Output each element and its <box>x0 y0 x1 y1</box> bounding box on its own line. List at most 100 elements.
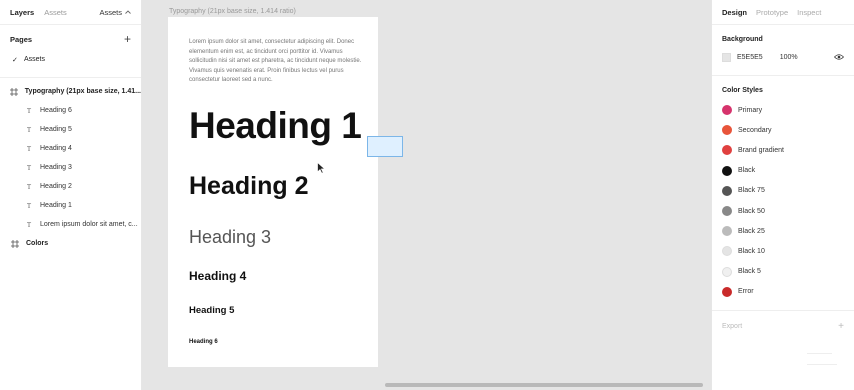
properties-panel: Design Prototype Inspect Background E5E5… <box>711 0 854 390</box>
heading-1[interactable]: Heading 1 <box>189 105 362 147</box>
text-layer-icon: T <box>26 163 32 172</box>
typography-frame[interactable]: Lorem ipsum dolor sit amet, consectetur … <box>168 17 403 367</box>
heading-2[interactable]: Heading 2 <box>189 172 308 201</box>
layer-heading-1[interactable]: T Heading 1 <box>0 196 141 215</box>
page-item-assets[interactable]: ✓ Assets <box>0 50 141 69</box>
background-swatch[interactable] <box>722 52 731 62</box>
layer-label: Typography (21px base size, 1.41... <box>24 88 141 95</box>
background-title: Background <box>722 36 763 43</box>
text-layer-icon: T <box>26 144 32 153</box>
color-swatch <box>722 246 732 257</box>
divider <box>712 309 854 311</box>
selection-rectangle[interactable] <box>367 136 403 157</box>
layer-label: Heading 5 <box>40 126 72 133</box>
color-style-label: Black 75 <box>738 187 765 195</box>
color-style-black-5[interactable]: Black 5 <box>712 262 854 282</box>
layer-frame-colors[interactable]: Colors <box>0 234 141 253</box>
background-opacity-input[interactable]: 100% <box>780 54 798 61</box>
color-swatch <box>722 286 732 297</box>
horizontal-scrollbar[interactable] <box>385 383 703 387</box>
color-style-black-25[interactable]: Black 25 <box>712 221 854 241</box>
layer-paragraph[interactable]: T Lorem ipsum dolor sit amet, c... <box>0 215 141 234</box>
color-style-label: Black 50 <box>738 207 765 215</box>
color-style-black-50[interactable]: Black 50 <box>712 201 854 221</box>
layer-label: Heading 3 <box>40 164 72 171</box>
layer-label: Heading 1 <box>40 202 72 209</box>
add-export-icon[interactable]: + <box>838 321 844 332</box>
color-style-brand-gradient[interactable]: Brand gradient <box>712 140 854 160</box>
layer-frame-typography[interactable]: Typography (21px base size, 1.41... <box>0 82 141 101</box>
canvas[interactable]: Typography (21px base size, 1.414 ratio)… <box>143 0 711 390</box>
tab-layers[interactable]: Layers <box>10 8 34 17</box>
assets-page-dropdown[interactable]: Assets <box>99 8 131 17</box>
divider <box>712 24 854 25</box>
color-style-black-75[interactable]: Black 75 <box>712 181 854 201</box>
divider <box>807 353 832 354</box>
color-style-black[interactable]: Black <box>712 161 854 181</box>
color-style-label: Error <box>738 288 754 296</box>
divider <box>807 364 837 365</box>
layer-heading-3[interactable]: T Heading 3 <box>0 158 141 177</box>
color-swatch <box>722 266 732 277</box>
layer-heading-5[interactable]: T Heading 5 <box>0 120 141 139</box>
heading-5[interactable]: Heading 5 <box>189 305 234 316</box>
text-layer-icon: T <box>26 106 32 115</box>
color-style-label: Secondary <box>738 126 772 134</box>
color-style-label: Brand gradient <box>738 146 784 154</box>
layer-heading-2[interactable]: T Heading 2 <box>0 177 141 196</box>
tab-inspect[interactable]: Inspect <box>797 8 821 17</box>
divider <box>712 75 854 76</box>
background-hex-input[interactable]: E5E5E5 <box>737 54 763 61</box>
color-styles-list: Primary Secondary Brand gradient Black B… <box>712 100 854 302</box>
layer-label: Heading 6 <box>40 107 72 114</box>
color-swatch <box>722 206 732 217</box>
color-swatch <box>722 145 732 156</box>
color-style-error[interactable]: Error <box>712 282 854 302</box>
export-section: Export + <box>712 317 854 337</box>
color-style-primary[interactable]: Primary <box>712 100 854 120</box>
eye-icon[interactable] <box>833 53 845 62</box>
color-swatch <box>722 125 732 136</box>
add-page-icon[interactable]: + <box>124 33 131 45</box>
heading-4[interactable]: Heading 4 <box>189 269 246 283</box>
background-fill-row: E5E5E5 100% <box>712 47 854 67</box>
text-layer-icon: T <box>26 201 32 210</box>
color-style-label: Black 5 <box>738 268 761 276</box>
pages-header: Pages + <box>0 28 141 50</box>
color-style-secondary[interactable]: Secondary <box>712 120 854 140</box>
assets-dropdown-label: Assets <box>99 7 122 17</box>
frame-title[interactable]: Typography (21px base size, 1.414 ratio) <box>169 8 296 15</box>
text-layer-icon: T <box>26 220 32 229</box>
layer-heading-6[interactable]: T Heading 6 <box>0 101 141 120</box>
color-swatch <box>722 165 732 176</box>
tab-design[interactable]: Design <box>722 8 747 17</box>
color-style-black-10[interactable]: Black 10 <box>712 241 854 261</box>
layer-heading-4[interactable]: T Heading 4 <box>0 139 141 158</box>
body-paragraph[interactable]: Lorem ipsum dolor sit amet, consectetur … <box>189 38 364 86</box>
left-panel-tabs: Layers Assets Assets <box>0 0 141 24</box>
text-layer-icon: T <box>26 182 32 191</box>
mouse-cursor-icon <box>317 162 326 174</box>
color-swatch <box>722 185 732 196</box>
tab-prototype[interactable]: Prototype <box>756 8 788 17</box>
color-style-label: Black <box>738 167 756 175</box>
layer-label: Colors <box>26 240 49 247</box>
checkmark-icon: ✓ <box>12 56 18 64</box>
heading-6[interactable]: Heading 6 <box>189 339 218 345</box>
color-styles-title: Color Styles <box>722 87 763 94</box>
color-style-label: Black 25 <box>738 227 765 235</box>
layer-label: Heading 2 <box>40 183 72 190</box>
color-swatch <box>722 105 732 116</box>
chevron-up-icon <box>125 10 131 14</box>
divider <box>0 24 141 25</box>
page-label: Assets <box>24 56 46 63</box>
tab-assets[interactable]: Assets <box>44 8 67 17</box>
heading-3[interactable]: Heading 3 <box>189 227 271 248</box>
frame-icon <box>10 239 20 248</box>
color-swatch <box>722 226 732 237</box>
layer-label: Heading 4 <box>40 145 72 152</box>
divider <box>0 77 141 78</box>
color-style-label: Black 10 <box>738 247 765 255</box>
frame-icon <box>10 87 19 96</box>
layers-panel: Layers Assets Assets Pages + ✓ Assets Ty… <box>0 0 142 390</box>
